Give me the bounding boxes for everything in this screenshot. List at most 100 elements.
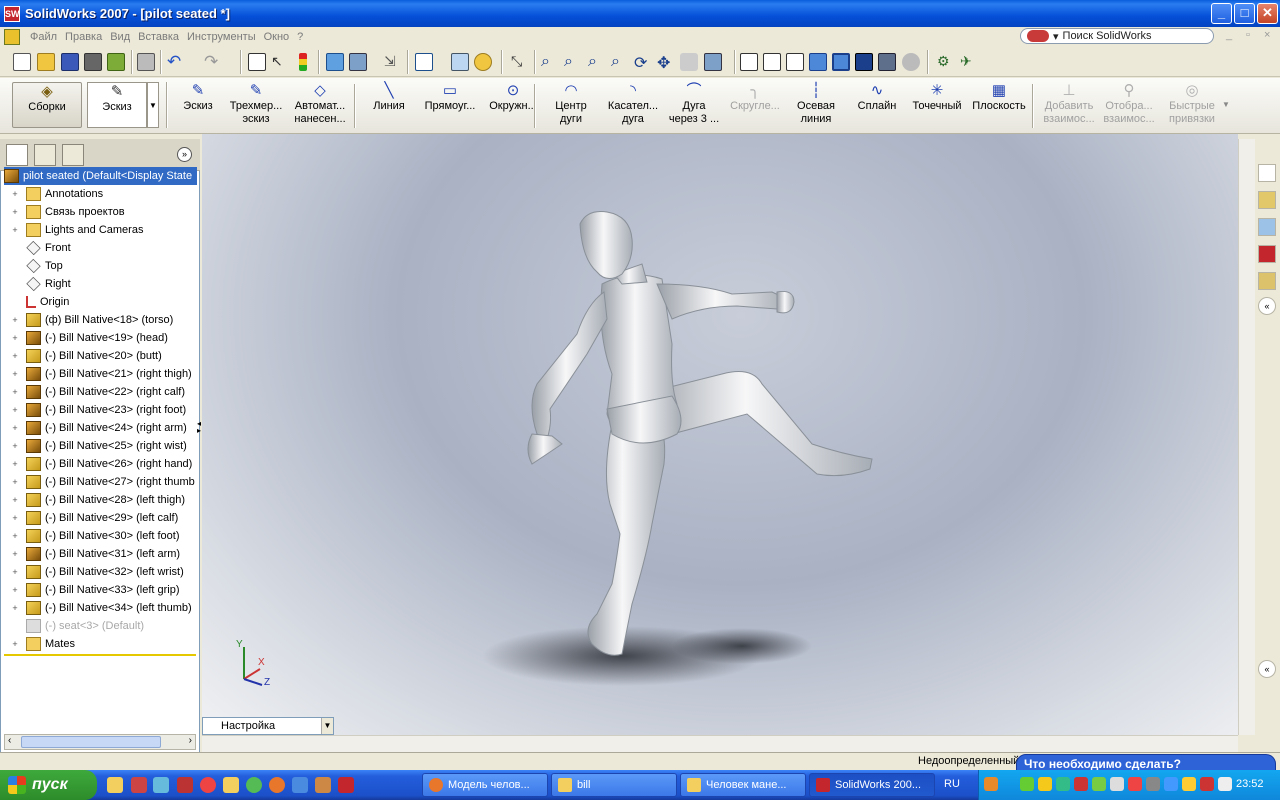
tree-item[interactable]: + Annotations (4, 185, 197, 203)
tool-tangent-arc-button[interactable]: ◝ Касател... дуга (604, 82, 662, 126)
tree-item[interactable]: Top (4, 257, 197, 275)
plugin-icon[interactable]: ✈ (960, 53, 978, 71)
task-solidworks[interactable]: SolidWorks 200... (809, 773, 935, 797)
expand-node-icon[interactable]: + (10, 531, 20, 541)
close-button[interactable]: ✕ (1257, 3, 1278, 24)
undo-icon[interactable]: ↶ (167, 53, 185, 71)
human-model[interactable] (527, 211, 873, 656)
volume-icon[interactable] (1218, 777, 1232, 791)
expand-node-icon[interactable]: + (10, 513, 20, 523)
tools-overflow-chevron-icon[interactable]: ▼ (1222, 100, 1230, 109)
configuration-dropdown[interactable]: Настройка ▼ (202, 717, 334, 735)
tool-three-point-arc-button[interactable]: ⌒ Дуга через 3 ... (664, 82, 724, 126)
expand-node-icon[interactable]: + (10, 369, 20, 379)
tree-item[interactable]: Origin (4, 293, 197, 311)
tree-item[interactable]: + (-) Bill Native<24> (right arm) (4, 419, 197, 437)
expand-node-icon[interactable]: + (10, 351, 20, 361)
tool-rectangle-button[interactable]: ▭ Прямоуг... (420, 82, 480, 113)
tool-3d-sketch-button[interactable]: ✎ Трехмер... эскиз (228, 82, 284, 126)
viewport-vertical-scrollbar[interactable] (1238, 139, 1255, 735)
tray-icon-2[interactable] (1038, 777, 1052, 791)
expand-node-icon[interactable]: + (10, 423, 20, 433)
tool-line-button[interactable]: ╲ Линия (372, 82, 406, 113)
expand-node-icon[interactable]: + (10, 333, 20, 343)
search-solidworks-field[interactable]: ▾ Поиск SolidWorks (1020, 28, 1214, 44)
tree-item[interactable]: + (-) Bill Native<30> (left foot) (4, 527, 197, 545)
tray-icon-7[interactable] (1128, 777, 1142, 791)
hidden-lines-removed-icon[interactable] (786, 53, 804, 71)
doc-minimize-button[interactable]: _ (1226, 29, 1232, 41)
tree-item[interactable]: + (-) Bill Native<25> (right wist) (4, 437, 197, 455)
maximize-button[interactable]: □ (1234, 3, 1255, 24)
tree-item[interactable]: + (-) Bill Native<19> (head) (4, 329, 197, 347)
quicklaunch-firefox-icon[interactable] (269, 777, 285, 793)
rollback-bar[interactable] (4, 654, 196, 656)
expand-node-icon[interactable]: + (10, 585, 20, 595)
tree-item[interactable]: + (-) Bill Native<20> (butt) (4, 347, 197, 365)
tool-smart-dimension-button[interactable]: ◇ Автомат... нанесен... (288, 82, 352, 126)
task-model-human[interactable]: Модель челов... (422, 773, 548, 797)
tray-icon-4[interactable] (1074, 777, 1088, 791)
quicklaunch-folder-icon[interactable] (223, 777, 239, 793)
design-library-icon[interactable] (1258, 191, 1276, 209)
configuration-manager-tab[interactable] (62, 144, 84, 166)
feature-manager-tab[interactable] (6, 144, 28, 166)
tool-point-button[interactable]: ✳ Точечный (908, 82, 966, 113)
new-document-icon[interactable] (13, 53, 31, 71)
expand-node-icon[interactable]: + (10, 441, 20, 451)
menu-tools[interactable]: Инструменты (183, 31, 260, 43)
menu-window[interactable]: Окно (260, 31, 294, 43)
sketch-relation-icon[interactable]: ⤡ (511, 53, 529, 71)
zoom-in-out-icon[interactable]: ⌕ (588, 53, 606, 71)
expand-node-icon[interactable]: + (10, 225, 20, 235)
tray-app-icon[interactable] (984, 777, 998, 791)
expand-node-icon[interactable]: + (10, 207, 20, 217)
tree-item[interactable]: + (-) Bill Native<31> (left arm) (4, 545, 197, 563)
tray-network-icon[interactable] (1020, 777, 1034, 791)
expand-node-icon[interactable]: + (10, 459, 20, 469)
menu-edit[interactable]: Правка (61, 31, 106, 43)
tool-quick-snaps-button[interactable]: ◎ Быстрые привязки (1162, 82, 1222, 126)
expand-node-icon[interactable]: + (10, 387, 20, 397)
tool-fillet-button[interactable]: ╮ Скругле... (724, 82, 786, 113)
tree-item[interactable]: + (-) Bill Native<22> (right calf) (4, 383, 197, 401)
scroll-right-icon[interactable]: › (189, 735, 192, 746)
tree-item[interactable]: + (ф) Bill Native<18> (torso) (4, 311, 197, 329)
doc-close-button[interactable]: × (1264, 29, 1270, 41)
chevron-down-icon[interactable]: ▼ (321, 718, 333, 734)
tool-sketch-button[interactable]: ✎ Эскиз (176, 82, 220, 113)
tree-item[interactable]: Front (4, 239, 197, 257)
tray-icon-11[interactable] (1200, 777, 1214, 791)
tool-centerline-button[interactable]: ┆ Осевая линия (788, 82, 844, 126)
realview-icon[interactable] (902, 53, 920, 71)
expand-node-icon[interactable]: + (10, 567, 20, 577)
tree-item[interactable]: + (-) Bill Native<21> (right thigh) (4, 365, 197, 383)
tree-item[interactable]: + (-) Bill Native<34> (left thumb) (4, 599, 197, 617)
expand-node-icon[interactable]: + (10, 549, 20, 559)
tree-scroll-thumb[interactable] (21, 736, 161, 748)
view-palette-icon[interactable] (1258, 272, 1276, 290)
tree-item[interactable]: (-) seat<3> (Default) (4, 617, 197, 635)
tree-item[interactable]: + (-) Bill Native<27> (right thumb (4, 473, 197, 491)
tray-icon-10[interactable] (1182, 777, 1196, 791)
expand-node-icon[interactable]: + (10, 315, 20, 325)
hidden-lines-visible-icon[interactable] (763, 53, 781, 71)
rotate-view-icon[interactable]: ⟳ (634, 53, 652, 72)
tray-icon-3[interactable] (1056, 777, 1070, 791)
tree-root[interactable]: pilot seated (Default<Display State (4, 167, 197, 185)
save-icon[interactable] (61, 53, 79, 71)
tray-icon-6[interactable] (1110, 777, 1124, 791)
panel-splitter[interactable]: ◂ ▸ (197, 420, 201, 435)
start-button[interactable]: пуск (0, 770, 97, 800)
quicklaunch-app2-icon[interactable] (153, 777, 169, 793)
section-view-icon[interactable] (878, 53, 896, 71)
search-pane-icon[interactable] (1258, 245, 1276, 263)
edit-component-icon[interactable] (349, 53, 367, 71)
quicklaunch-app3-icon[interactable] (177, 777, 193, 793)
zoom-to-area-icon[interactable]: ⌕ (564, 53, 582, 71)
scroll-left-icon[interactable]: ‹ (8, 735, 11, 746)
tab-sketch[interactable]: ✎ Эскиз (87, 82, 147, 128)
properties-icon[interactable] (451, 53, 469, 71)
toolbox-icon[interactable]: ⚙ (937, 53, 955, 71)
quicklaunch-ie-icon[interactable] (292, 777, 308, 793)
